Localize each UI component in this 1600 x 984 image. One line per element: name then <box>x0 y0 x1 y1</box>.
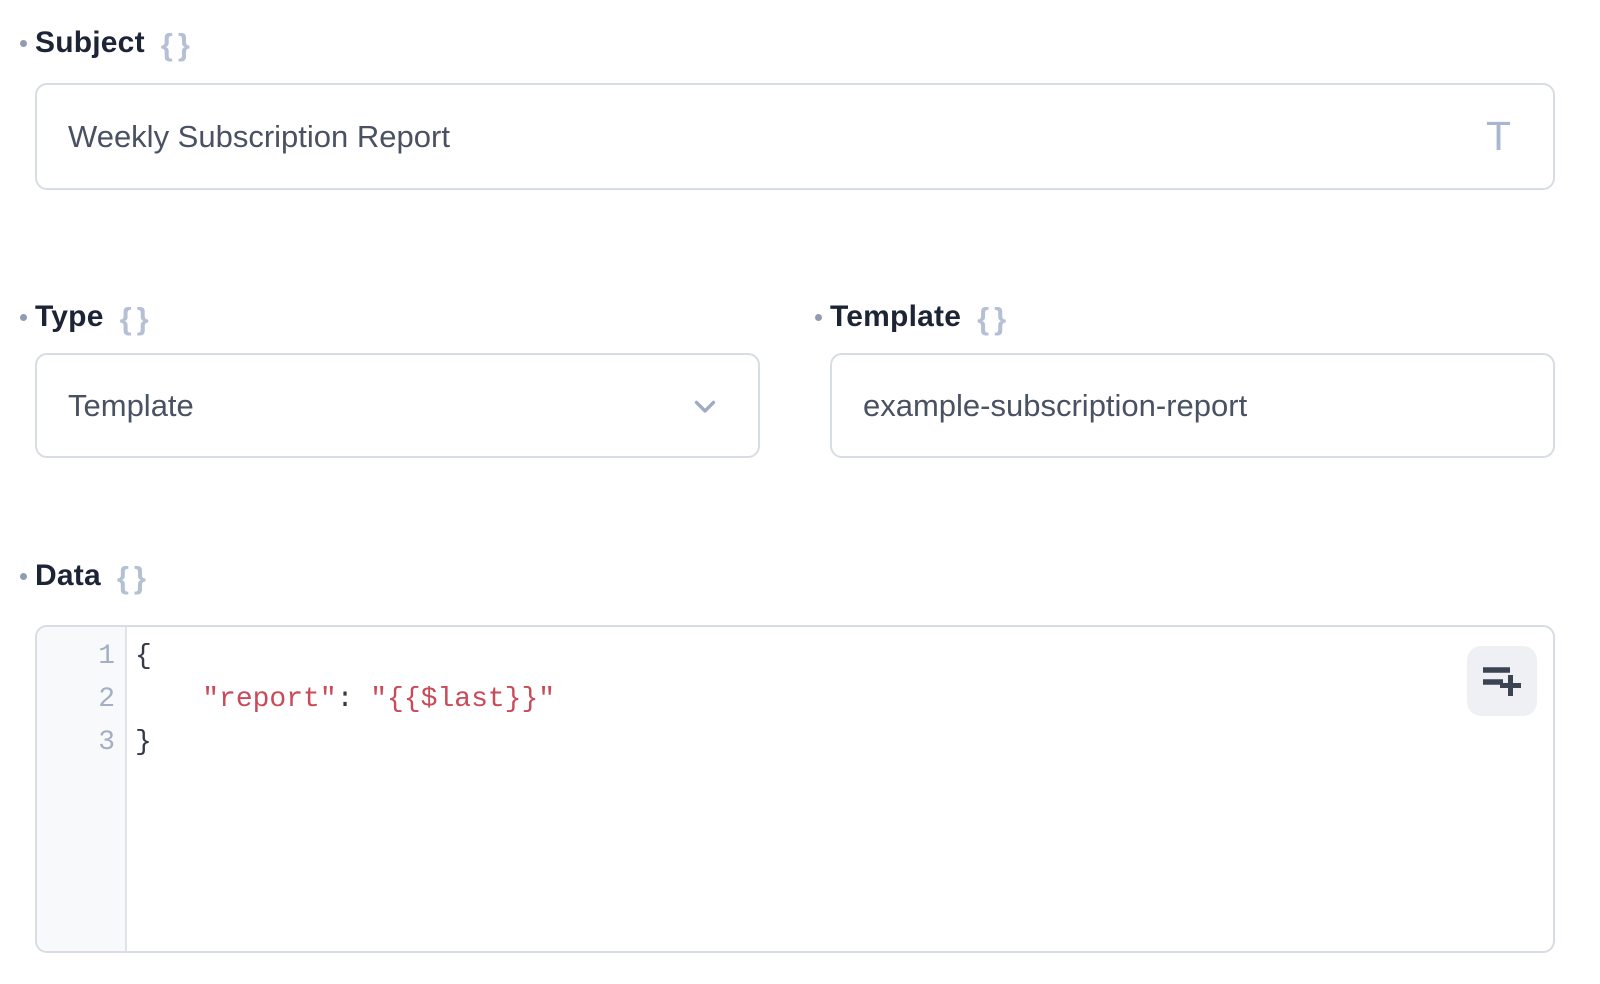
code-line-1[interactable]: { <box>135 635 1553 678</box>
text-type-icon[interactable]: T <box>1486 113 1525 160</box>
data-code-editor[interactable]: 1 2 3 { "report": "{{$last}}" } <box>35 625 1555 953</box>
insert-data-button[interactable] <box>1467 646 1537 716</box>
expression-braces-icon[interactable]: {} <box>120 301 154 334</box>
type-select[interactable]: Template <box>35 353 760 458</box>
subject-value[interactable]: Weekly Subscription Report <box>68 119 1486 155</box>
subject-label: Subject <box>35 26 145 60</box>
type-field: Type {} Template <box>35 301 760 458</box>
code-token-separator: : <box>337 684 371 715</box>
code-line-2[interactable]: "report": "{{$last}}" <box>135 678 1553 721</box>
type-selected-value[interactable]: Template <box>68 388 688 424</box>
required-dot <box>20 573 27 580</box>
type-label-row: Type {} <box>20 301 760 333</box>
expression-braces-icon[interactable]: {} <box>161 27 195 60</box>
template-field: Template {} example-subscription-report <box>830 301 1555 458</box>
required-dot <box>20 314 27 321</box>
line-number-gutter: 1 2 3 <box>37 627 127 951</box>
code-token: { <box>135 641 152 672</box>
required-dot <box>20 40 27 47</box>
line-number: 3 <box>37 721 115 764</box>
template-label-row: Template {} <box>815 301 1555 333</box>
code-token: } <box>135 727 152 758</box>
code-indent <box>135 684 202 715</box>
data-label-row: Data {} <box>20 560 1555 592</box>
template-value[interactable]: example-subscription-report <box>863 388 1525 424</box>
data-label: Data <box>35 559 101 593</box>
code-content[interactable]: { "report": "{{$last}}" } <box>127 627 1553 951</box>
node-config-form: Subject {} Weekly Subscription Report T … <box>0 0 1600 953</box>
subject-label-row: Subject {} <box>20 27 1555 59</box>
code-token-key: "report" <box>202 684 336 715</box>
template-label: Template <box>830 300 961 334</box>
chevron-down-icon[interactable] <box>688 389 730 423</box>
expression-braces-icon[interactable]: {} <box>977 301 1011 334</box>
expression-braces-icon[interactable]: {} <box>117 560 151 593</box>
subject-input[interactable]: Weekly Subscription Report T <box>35 83 1555 190</box>
type-template-row: Type {} Template Template {} example-sub… <box>35 301 1555 458</box>
line-number: 2 <box>37 678 115 721</box>
playlist-add-icon <box>1482 663 1522 699</box>
subject-field: Subject {} Weekly Subscription Report T <box>35 27 1555 190</box>
type-label: Type <box>35 300 104 334</box>
template-input[interactable]: example-subscription-report <box>830 353 1555 458</box>
code-line-3[interactable]: } <box>135 721 1553 764</box>
data-field: Data {} 1 2 3 { "report": "{{$last}}" } <box>35 560 1555 953</box>
required-dot <box>815 314 822 321</box>
line-number: 1 <box>37 635 115 678</box>
code-token-value: "{{$last}}" <box>370 684 555 715</box>
